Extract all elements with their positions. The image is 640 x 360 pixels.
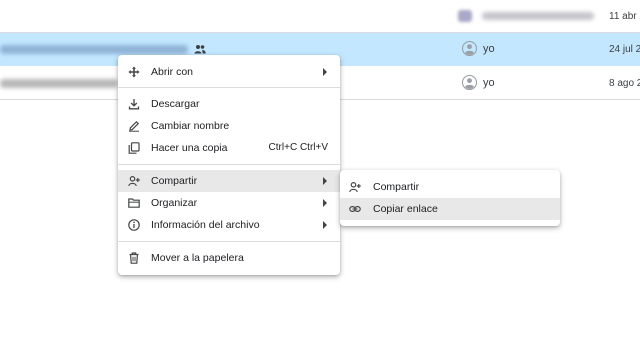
menu-item-open-with[interactable]: Abrir con — [118, 61, 340, 83]
owner-name: yo — [483, 42, 495, 55]
modified-date: 11 abr 2 — [609, 11, 640, 22]
menu-item-organize[interactable]: Organizar — [118, 192, 340, 214]
owner-cell: yo — [462, 41, 495, 56]
keyboard-shortcut: Ctrl+C Ctrl+V — [268, 142, 328, 153]
menu-item-make-copy[interactable]: Hacer una copia Ctrl+C Ctrl+V — [118, 137, 340, 159]
menu-item-label: Descargar — [151, 98, 200, 110]
submenu-item-copy-link[interactable]: Copiar enlace — [340, 198, 560, 220]
menu-item-label: Información del archivo — [151, 219, 260, 231]
pencil-icon — [129, 120, 140, 132]
chevron-right-icon — [323, 221, 327, 229]
owner-name: yo — [483, 76, 495, 89]
owner-cell: yo — [462, 75, 495, 90]
chevron-right-icon — [323, 177, 327, 185]
menu-item-label: Cambiar nombre — [151, 120, 230, 132]
menu-item-label: Abrir con — [151, 66, 194, 78]
link-icon — [349, 205, 361, 213]
owner-cell-redacted — [458, 9, 598, 23]
menu-item-move-to-trash[interactable]: Mover a la papelera — [118, 247, 340, 269]
menu-item-label: Organizar — [151, 197, 198, 209]
menu-item-download[interactable]: Descargar — [118, 93, 340, 115]
shared-people-icon — [194, 45, 206, 54]
copy-icon — [128, 142, 140, 154]
submenu-item-label: Copiar enlace — [373, 203, 438, 215]
account-avatar-icon — [462, 41, 477, 56]
folder-open-icon — [128, 198, 140, 208]
menu-item-label: Mover a la papelera — [151, 252, 244, 264]
menu-item-rename[interactable]: Cambiar nombre — [118, 115, 340, 137]
menu-divider — [118, 87, 340, 88]
menu-item-label: Hacer una copia — [151, 142, 228, 154]
modified-date: 24 jul 2 — [609, 44, 640, 55]
menu-divider — [118, 241, 340, 242]
context-menu: Abrir con Descargar Cambiar nombre Hacer… — [118, 55, 340, 275]
file-row[interactable]: 11 abr 2 — [0, 0, 640, 33]
person-add-icon — [349, 181, 361, 193]
modified-date: 8 ago 2 — [609, 78, 640, 89]
file-name-redacted — [0, 45, 188, 54]
info-icon — [128, 219, 140, 231]
account-avatar-icon — [462, 75, 477, 90]
chevron-right-icon — [323, 199, 327, 207]
chevron-right-icon — [323, 68, 327, 76]
download-icon — [128, 99, 140, 110]
menu-item-share[interactable]: Compartir — [118, 170, 340, 192]
owner-name-redacted — [482, 12, 594, 20]
owner-avatar-redacted — [458, 10, 472, 22]
file-name-redacted — [0, 79, 118, 88]
menu-item-label: Compartir — [151, 175, 198, 187]
person-add-icon — [128, 175, 140, 187]
move-arrows-icon — [128, 66, 140, 78]
menu-item-file-info[interactable]: Información del archivo — [118, 214, 340, 236]
submenu-item-share[interactable]: Compartir — [340, 176, 560, 198]
trash-icon — [129, 252, 139, 264]
menu-divider — [118, 164, 340, 165]
submenu-item-label: Compartir — [373, 181, 420, 193]
share-submenu: Compartir Copiar enlace — [340, 170, 560, 226]
